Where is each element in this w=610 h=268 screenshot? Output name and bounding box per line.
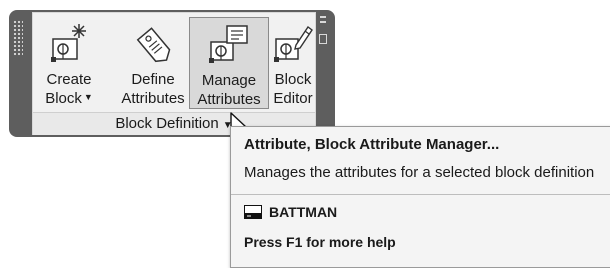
panel-grip-handle[interactable]	[13, 20, 23, 56]
tooltip-help: Press F1 for more help	[244, 234, 396, 250]
create-block-label: Create Block ▼	[45, 71, 93, 107]
panel-options-line	[320, 21, 326, 23]
command-line-icon	[244, 205, 262, 219]
tooltip-description: Manages the attributes for a selected bl…	[244, 164, 595, 181]
panel-pin-icon[interactable]	[319, 34, 327, 44]
block-editor-button[interactable]: Block Editor	[271, 17, 315, 109]
define-attributes-label: Define Attributes	[121, 71, 185, 107]
command-name: BATTMAN	[269, 204, 338, 220]
manage-attributes-button[interactable]: Manage Attributes	[189, 17, 269, 109]
tooltip-title: Attribute, Block Attribute Manager...	[244, 136, 500, 153]
panel-title: Block Definition	[115, 115, 219, 132]
define-attributes-button[interactable]: Define Attributes	[117, 17, 189, 109]
manage-attributes-label: Manage Attributes	[197, 72, 261, 108]
block-definition-panel: Create Block ▼ Define Attributes Manage …	[32, 12, 316, 135]
panel-options-line	[320, 16, 326, 18]
manage-attributes-icon	[209, 25, 248, 63]
tooltip-divider	[231, 194, 610, 195]
block-editor-icon	[274, 25, 313, 62]
create-block-icon	[51, 24, 86, 62]
chevron-down-icon[interactable]: ▼	[84, 92, 93, 102]
create-block-button[interactable]: Create Block ▼	[39, 17, 99, 109]
tooltip: Attribute, Block Attribute Manager... Ma…	[230, 126, 610, 268]
ribbon-panel: Create Block ▼ Define Attributes Manage …	[9, 10, 335, 137]
define-attributes-icon	[136, 27, 171, 63]
tooltip-command: BATTMAN	[244, 204, 337, 220]
block-editor-label: Block Editor	[273, 71, 313, 107]
